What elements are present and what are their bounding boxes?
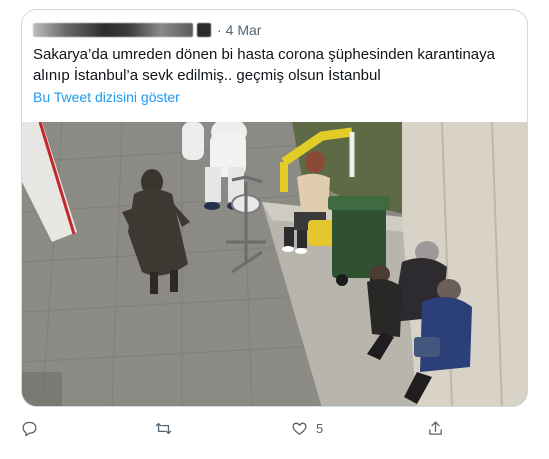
- retweet-button[interactable]: [155, 420, 172, 437]
- quoted-tweet-header: · 4 Mar: [33, 20, 261, 40]
- tweet-action-bar: 5: [0, 420, 549, 444]
- share-icon: [429, 421, 442, 435]
- heart-icon: [292, 422, 307, 435]
- dot-separator: ·: [217, 22, 222, 38]
- like-button[interactable]: 5: [291, 420, 323, 437]
- quoted-tweet-card[interactable]: · 4 Mar Sakarya’da umreden dönen bi hast…: [21, 9, 528, 407]
- reply-button[interactable]: [21, 420, 38, 437]
- retweet-icon: [155, 422, 172, 435]
- reply-icon: [22, 421, 37, 437]
- tweet-photo[interactable]: [22, 122, 527, 406]
- redacted-username: [33, 23, 193, 37]
- photo-scene: [22, 122, 527, 406]
- quoted-tweet-text: Sakarya’da umreden dönen bi hasta corona…: [33, 46, 495, 84]
- tweet-date[interactable]: 4 Mar: [226, 22, 262, 38]
- like-count: 5: [316, 421, 324, 436]
- show-thread-link[interactable]: Bu Tweet dizisini göster: [33, 89, 180, 105]
- share-button[interactable]: [427, 420, 444, 437]
- redacted-avatar: [197, 23, 211, 37]
